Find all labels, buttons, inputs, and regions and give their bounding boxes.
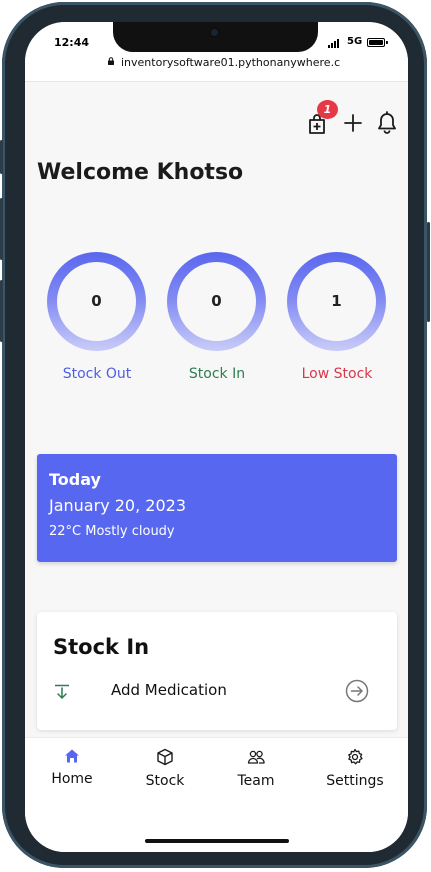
today-date: January 20, 2023 <box>49 496 186 515</box>
home-indicator[interactable] <box>145 839 289 843</box>
team-icon <box>247 750 265 764</box>
gear-icon <box>348 748 363 765</box>
stock-out-ring[interactable]: 0 <box>47 252 146 351</box>
welcome-heading: Welcome Khotso <box>37 160 244 185</box>
signal-icon <box>328 38 342 48</box>
low-stock-label[interactable]: Low Stock <box>277 366 397 382</box>
bottom-tab-bar: Home Stock Team Settings <box>25 737 408 852</box>
tab-stock[interactable]: Stock <box>120 748 210 789</box>
tab-settings[interactable]: Settings <box>310 748 400 789</box>
url-text[interactable]: inventorysoftware01.pythonanywhere.c <box>121 56 401 69</box>
today-title: Today <box>49 470 101 489</box>
notch <box>113 22 318 52</box>
cart-badge: 1 <box>317 100 338 119</box>
plus-icon[interactable] <box>343 113 363 133</box>
stock-in-value: 0 <box>177 262 256 341</box>
home-icon <box>65 749 79 763</box>
stock-in-ring[interactable]: 0 <box>167 252 266 351</box>
add-medication-link[interactable]: Add Medication <box>111 681 227 699</box>
download-arrow-icon <box>55 684 69 699</box>
low-stock-value: 1 <box>297 262 376 341</box>
browser-divider <box>25 81 408 82</box>
stock-in-card-title: Stock In <box>53 635 150 659</box>
today-weather: 22°C Mostly cloudy <box>49 524 175 539</box>
tab-team-label: Team <box>237 773 275 789</box>
status-bar: 12:44 5G inventorysoftware01.pythonanywh… <box>25 22 408 82</box>
battery-icon <box>367 38 385 47</box>
battery-tip <box>386 41 388 44</box>
tab-stock-label: Stock <box>145 773 185 789</box>
tab-settings-label: Settings <box>326 773 384 789</box>
phone-volume-up <box>0 198 3 260</box>
camera-icon <box>209 27 220 38</box>
stock-in-label[interactable]: Stock In <box>157 366 277 382</box>
stock-in-card: Stock In Add Medication <box>37 612 397 730</box>
stock-out-value: 0 <box>57 262 136 341</box>
today-card: Today January 20, 2023 22°C Mostly cloud… <box>37 454 397 562</box>
bell-icon[interactable] <box>376 111 398 135</box>
phone-volume-down <box>0 280 3 342</box>
tab-home[interactable]: Home <box>27 748 117 787</box>
arrow-right-circle-icon[interactable] <box>345 679 369 703</box>
network-type: 5G <box>347 36 363 47</box>
tab-home-label: Home <box>51 771 93 787</box>
phone-side-button <box>0 140 3 174</box>
tab-team[interactable]: Team <box>211 748 301 789</box>
lock-icon <box>108 57 114 65</box>
stock-out-label[interactable]: Stock Out <box>37 366 157 382</box>
low-stock-ring[interactable]: 1 <box>287 252 386 351</box>
phone-power-button <box>427 222 430 322</box>
screen: 12:44 5G inventorysoftware01.pythonanywh… <box>25 22 408 852</box>
url-bar[interactable]: inventorysoftware01.pythonanywhere.c <box>25 55 408 79</box>
status-time: 12:44 <box>54 36 90 49</box>
box-icon <box>157 748 173 766</box>
